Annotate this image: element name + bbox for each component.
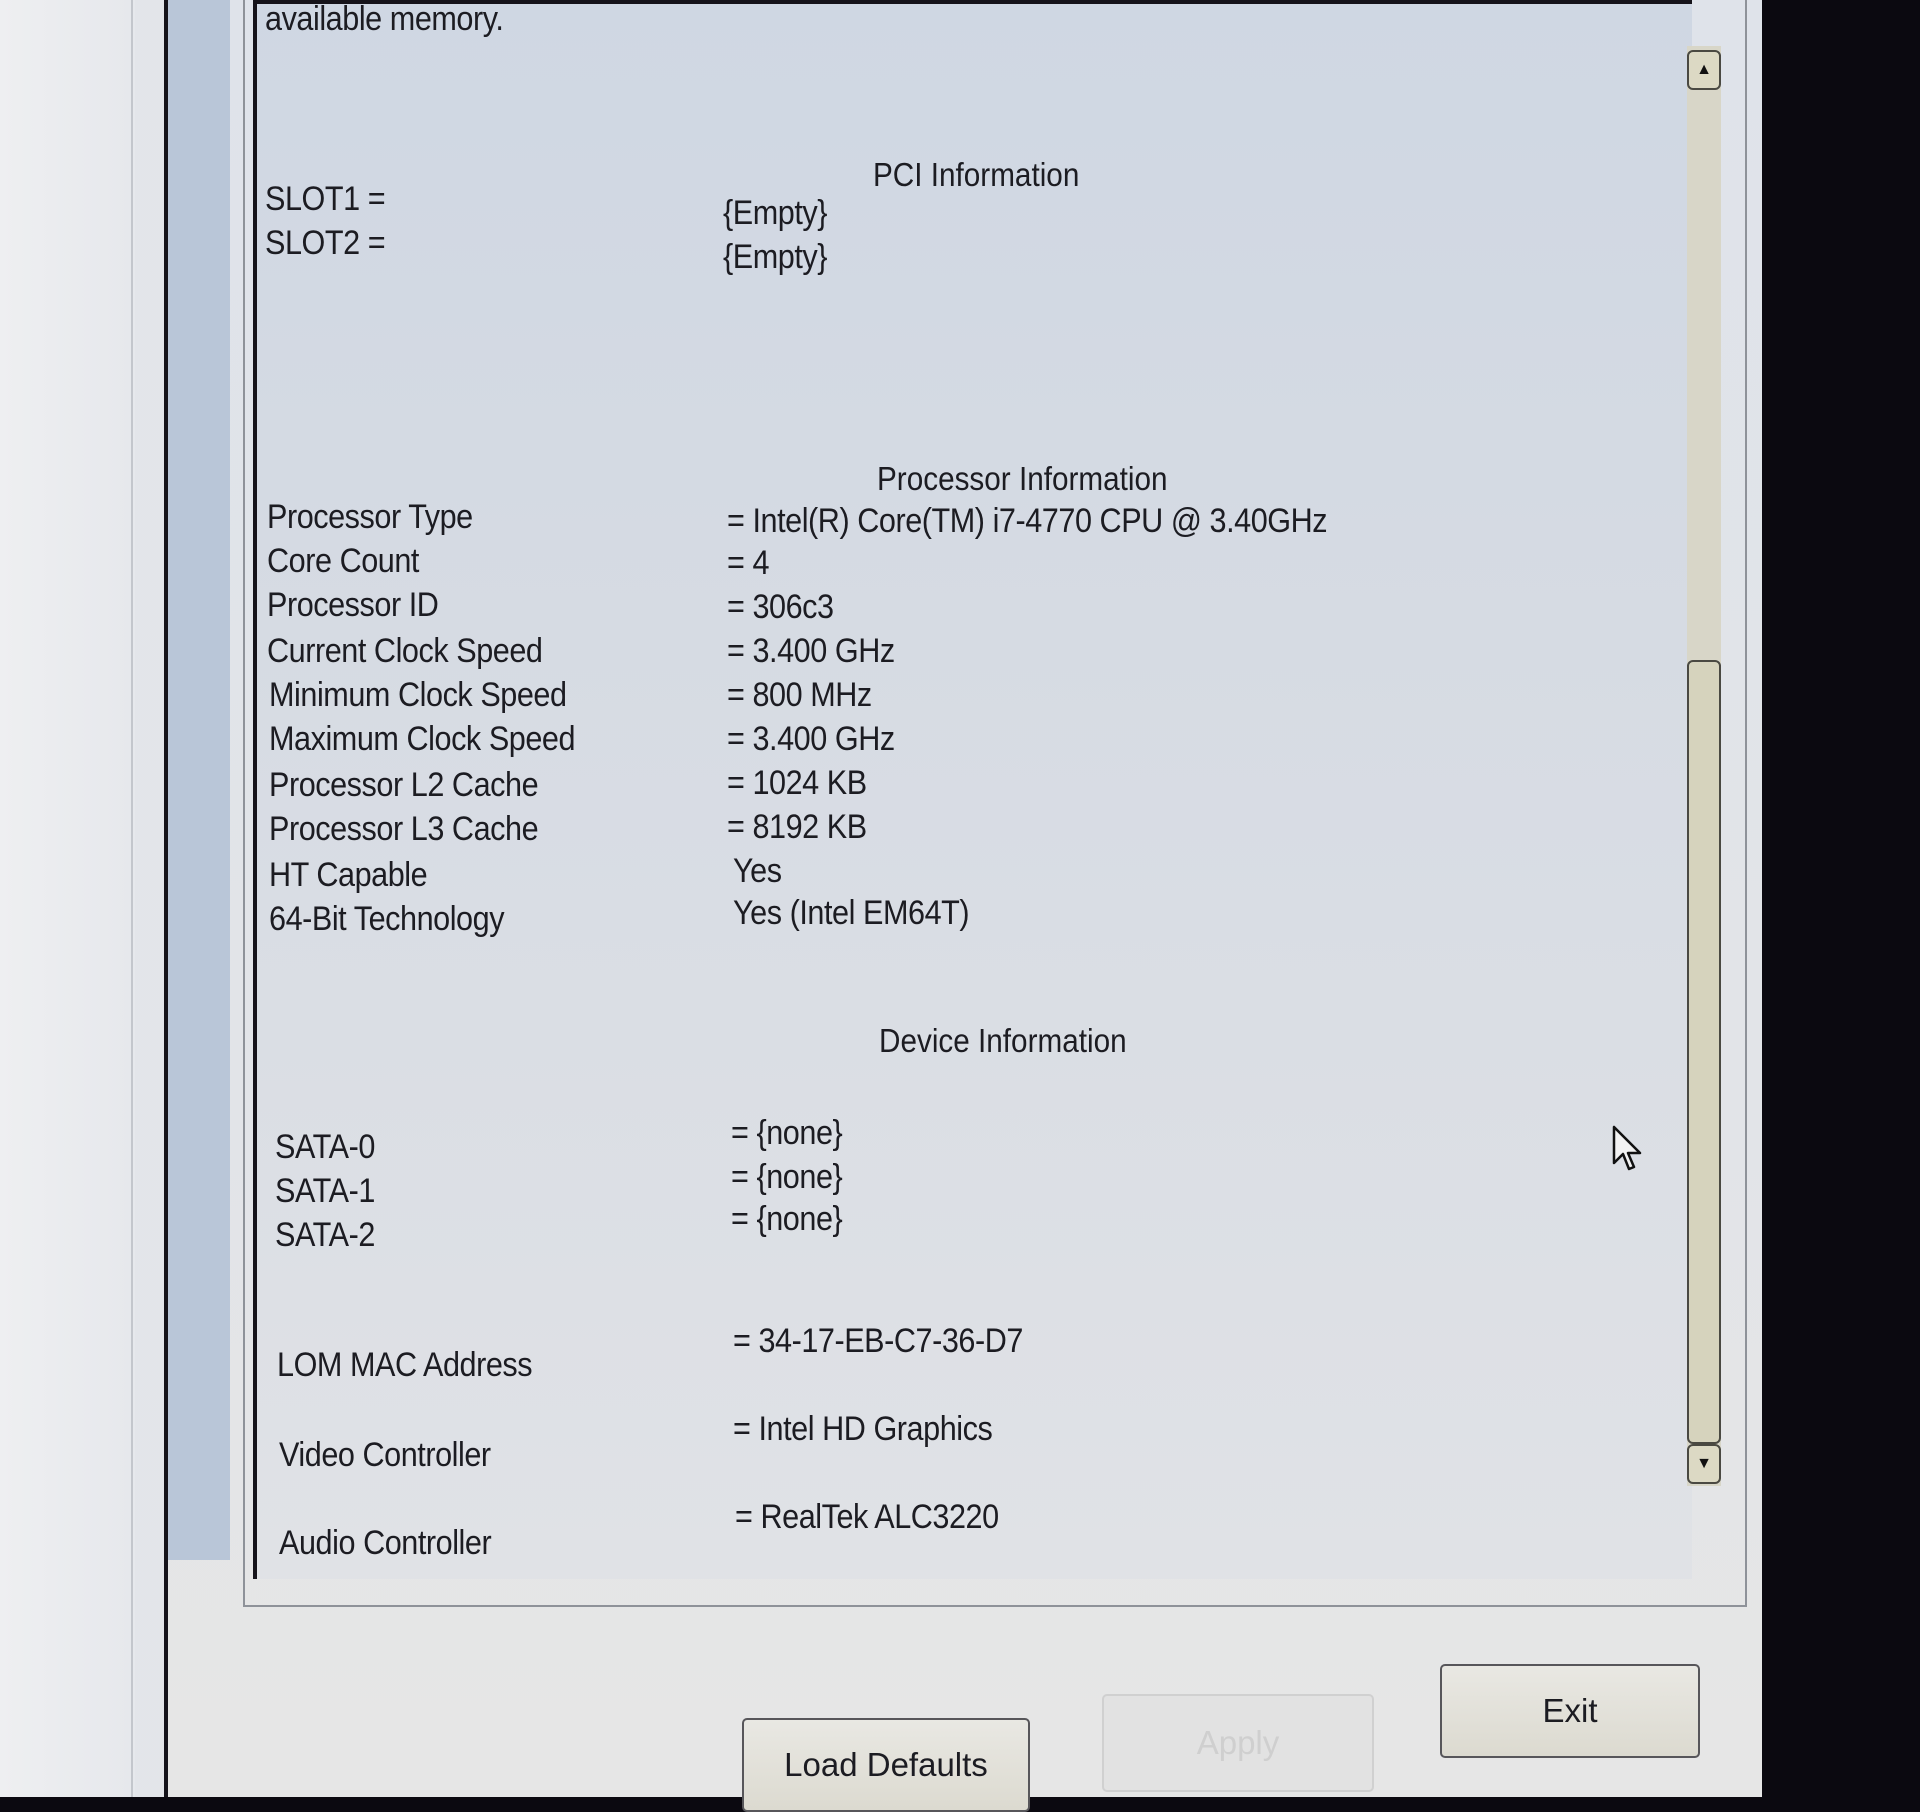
l2-cache-label: Processor L2 Cache (269, 766, 539, 804)
video-controller-value: = Intel HD Graphics (733, 1410, 993, 1448)
apply-label: Apply (1196, 1724, 1280, 1761)
screen: available memory. PCI Information SLOT1 … (0, 0, 1762, 1812)
scroll-thumb[interactable] (1687, 660, 1721, 1444)
top-text: available memory. (265, 0, 504, 38)
load-defaults-label: Load Defaults (784, 1746, 988, 1783)
pci-slot1-value: {Empty} (723, 194, 828, 232)
l3-cache-label: Processor L3 Cache (269, 810, 539, 848)
processor-id-label: Processor ID (267, 586, 439, 624)
apply-button[interactable]: Apply (1102, 1694, 1374, 1792)
current-clock-label: Current Clock Speed (267, 632, 543, 670)
l2-cache-value: = 1024 KB (727, 764, 867, 802)
arrow-up-icon: ▲ (1696, 61, 1712, 78)
min-clock-value: = 800 MHz (727, 676, 872, 714)
64bit-label: 64-Bit Technology (269, 900, 505, 938)
video-controller-label: Video Controller (279, 1436, 491, 1474)
max-clock-value: = 3.400 GHz (727, 720, 895, 758)
ht-capable-value: Yes (733, 852, 782, 890)
processor-heading: Processor Information (877, 460, 1168, 497)
mac-address-value: = 34-17-EB-C7-36-D7 (733, 1322, 1023, 1360)
scroll-up-button[interactable]: ▲ (1687, 50, 1721, 90)
sata1-label: SATA-1 (275, 1172, 375, 1210)
scroll-down-button[interactable]: ▼ (1687, 1444, 1721, 1484)
mac-address-label: LOM MAC Address (277, 1346, 533, 1384)
device-heading: Device Information (879, 1022, 1127, 1059)
pci-slot2-label: SLOT2 = (265, 224, 386, 262)
navigation-gutter (168, 0, 230, 1560)
sata0-label: SATA-0 (275, 1128, 375, 1166)
exit-label: Exit (1542, 1692, 1598, 1729)
pci-heading: PCI Information (873, 156, 1080, 193)
load-defaults-button[interactable]: Load Defaults (742, 1718, 1030, 1812)
sata2-value: = {none} (731, 1200, 843, 1238)
system-info-panel: available memory. PCI Information SLOT1 … (253, 0, 1692, 1579)
l3-cache-value: = 8192 KB (727, 808, 867, 846)
desktop-left-margin (0, 0, 135, 1797)
divider (131, 0, 133, 1797)
audio-controller-label: Audio Controller (279, 1524, 492, 1562)
vertical-scrollbar[interactable]: ▲ ▼ (1687, 46, 1721, 1486)
max-clock-label: Maximum Clock Speed (269, 720, 576, 758)
processor-id-value: = 306c3 (727, 588, 834, 626)
ht-capable-label: HT Capable (269, 856, 428, 894)
arrow-down-icon: ▼ (1696, 1455, 1712, 1472)
core-count-value: = 4 (727, 544, 770, 582)
audio-controller-value: = RealTek ALC3220 (735, 1498, 999, 1536)
sata2-label: SATA-2 (275, 1216, 375, 1254)
pci-slot2-value: {Empty} (723, 238, 828, 276)
min-clock-label: Minimum Clock Speed (269, 676, 567, 714)
sata1-value: = {none} (731, 1158, 843, 1196)
pci-slot1-label: SLOT1 = (265, 180, 386, 218)
current-clock-value: = 3.400 GHz (727, 632, 895, 670)
sata0-value: = {none} (731, 1114, 843, 1152)
processor-type-label: Processor Type (267, 498, 473, 536)
64bit-value: Yes (Intel EM64T) (733, 894, 970, 932)
processor-type-value: = Intel(R) Core(TM) i7-4770 CPU @ 3.40GH… (727, 502, 1328, 540)
core-count-label: Core Count (267, 542, 419, 580)
exit-button[interactable]: Exit (1440, 1664, 1700, 1758)
mouse-cursor-icon (1612, 1125, 1642, 1171)
